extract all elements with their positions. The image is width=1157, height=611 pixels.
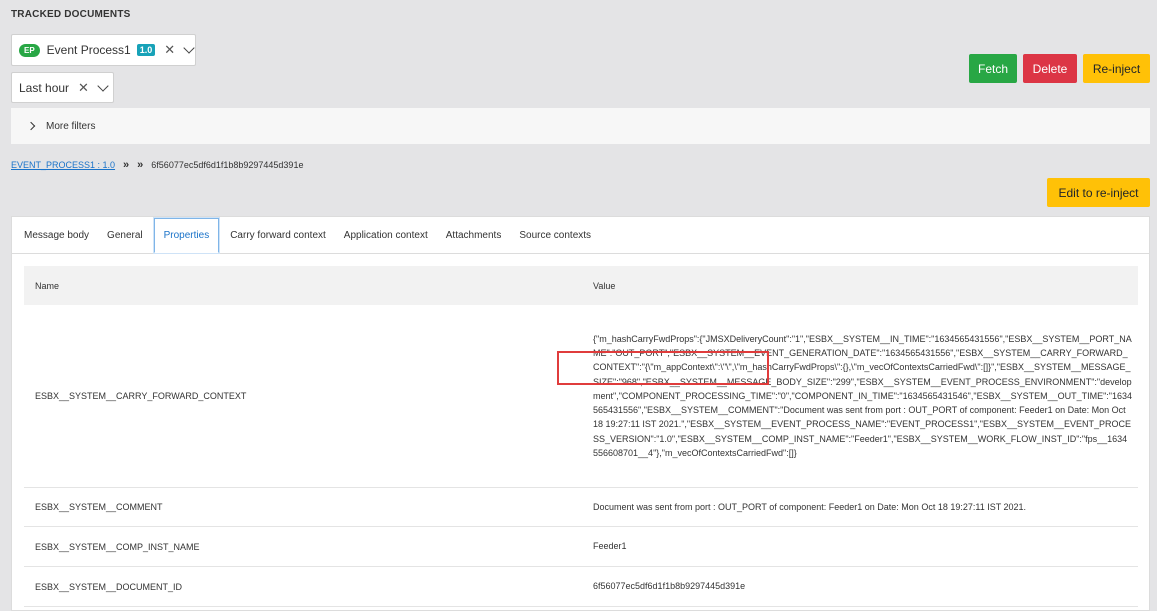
page-title: TRACKED DOCUMENTS: [11, 9, 131, 20]
property-value: Document was sent from port : OUT_PORT o…: [593, 501, 1027, 512]
breadcrumb-separator: »: [137, 159, 144, 171]
table-row: ESBX__SYSTEM__DOCUMENT_ID 6f56077ec5df6d…: [24, 567, 1138, 607]
properties-table: Name Value ESBX__SYSTEM__CARRY_FORWARD_C…: [24, 266, 1138, 607]
chevron-right-icon: [26, 121, 36, 131]
ep-badge: EP: [19, 43, 40, 57]
property-name: ESBX__SYSTEM__CARRY_FORWARD_CONTEXT: [35, 391, 247, 401]
delete-button[interactable]: Delete: [1023, 54, 1077, 83]
reinject-button[interactable]: Re-inject: [1083, 54, 1150, 83]
column-header-name: Name: [35, 280, 60, 291]
document-details-panel: Message body General Properties Carry fo…: [11, 216, 1150, 611]
property-name: ESBX__SYSTEM__DOCUMENT_ID: [35, 581, 183, 592]
tab-source-contexts[interactable]: Source contexts: [510, 217, 600, 253]
property-value: Feeder1: [593, 541, 627, 552]
time-range-value: Last hour: [19, 80, 70, 95]
table-row: ESBX__SYSTEM__COMP_INST_NAME Feeder1: [24, 527, 1138, 567]
event-process-name: Event Process1: [46, 43, 131, 57]
chevron-down-icon[interactable]: [97, 79, 109, 92]
fetch-button[interactable]: Fetch: [969, 54, 1017, 83]
table-row: ESBX__SYSTEM__CARRY_FORWARD_CONTEXT {"m_…: [24, 305, 1138, 488]
edit-to-reinject-button[interactable]: Edit to re-inject: [1047, 178, 1150, 207]
table-row: ESBX__SYSTEM__COMMENT Document was sent …: [24, 488, 1138, 527]
tab-message-body[interactable]: Message body: [15, 217, 98, 253]
property-name: ESBX__SYSTEM__COMP_INST_NAME: [35, 541, 200, 552]
property-name: ESBX__SYSTEM__COMMENT: [35, 502, 163, 512]
version-badge: 1.0: [136, 44, 156, 56]
table-header: Name Value: [24, 266, 1138, 305]
detail-tabs: Message body General Properties Carry fo…: [12, 217, 1149, 254]
more-filters-toggle[interactable]: More filters: [11, 108, 1150, 144]
column-header-value: Value: [593, 280, 616, 291]
breadcrumb-document-id: 6f56077ec5df6d1f1b8b9297445d391e: [151, 160, 304, 170]
tab-properties[interactable]: Properties: [153, 218, 220, 253]
time-range-select[interactable]: Last hour ✕: [11, 72, 114, 103]
tab-application-context[interactable]: Application context: [335, 217, 437, 253]
event-process-select[interactable]: EP Event Process1 1.0 ✕: [11, 34, 196, 66]
chevron-down-icon[interactable]: [183, 42, 195, 54]
property-value: {"m_hashCarryFwdProps":{"JMSXDeliveryCou…: [593, 334, 1133, 458]
close-icon[interactable]: ✕: [78, 80, 89, 96]
property-value: 6f56077ec5df6d1f1b8b9297445d391e: [593, 581, 746, 592]
tab-general[interactable]: General: [98, 217, 152, 253]
more-filters-label: More filters: [46, 120, 96, 132]
close-icon[interactable]: ✕: [164, 42, 175, 58]
breadcrumb-separator: »: [123, 159, 130, 171]
tab-attachments[interactable]: Attachments: [437, 217, 511, 253]
tab-carry-forward-context[interactable]: Carry forward context: [221, 217, 335, 253]
breadcrumb-process-link[interactable]: EVENT_PROCESS1 : 1.0: [11, 160, 115, 170]
breadcrumb: EVENT_PROCESS1 : 1.0 » » 6f56077ec5df6d1…: [11, 159, 303, 171]
